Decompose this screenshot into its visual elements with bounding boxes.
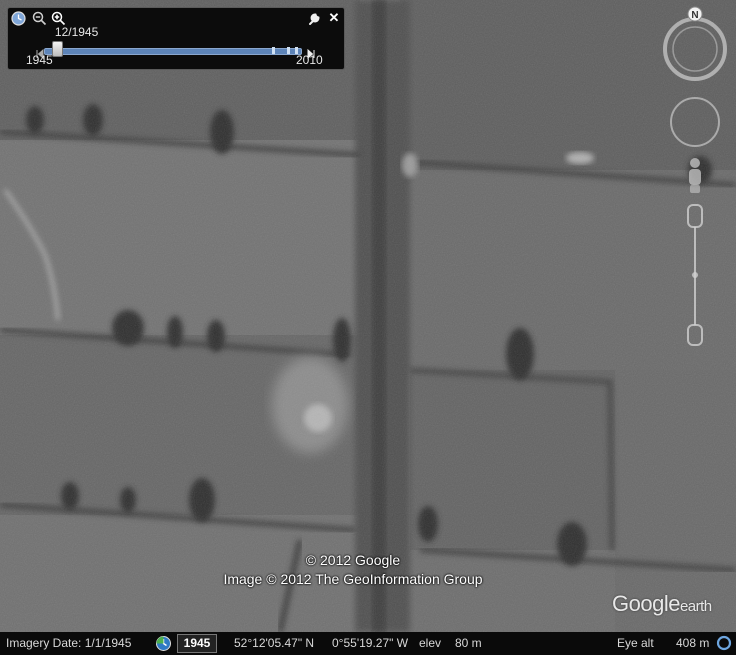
zoom-out-icon[interactable] xyxy=(32,11,47,26)
longitude: 0°55'19.27" W xyxy=(332,636,409,650)
elevation-value: 80 m xyxy=(455,636,482,650)
status-bar: Imagery Date: 1/1/1945 1945 52°12'05.47"… xyxy=(0,632,736,655)
slider-start-year: 1945 xyxy=(26,53,53,67)
historical-imagery-panel: ✕ 12/1945 1945 2010 xyxy=(7,7,345,70)
clock-icon[interactable] xyxy=(11,11,26,26)
time-slider-track[interactable] xyxy=(44,48,302,55)
imagery-date: Imagery Date: 1/1/1945 xyxy=(6,636,132,650)
navigation-controls: N xyxy=(655,5,735,350)
move-joystick[interactable] xyxy=(670,97,720,147)
elevation-label: elev xyxy=(419,636,442,650)
current-date-label: 12/1945 xyxy=(54,25,99,39)
film-grain xyxy=(0,0,736,632)
year-badge[interactable]: 1945 xyxy=(177,634,217,653)
streaming-status-icon xyxy=(716,635,732,651)
time-slider-thumb[interactable] xyxy=(51,41,63,57)
aerial-map[interactable] xyxy=(0,0,736,632)
look-around-ring[interactable] xyxy=(663,17,727,81)
latitude: 52°12'05.47" N xyxy=(234,636,315,650)
close-icon[interactable]: ✕ xyxy=(327,11,341,25)
zoom-in-icon[interactable] xyxy=(51,11,66,26)
google-earth-logo: Googleearth xyxy=(612,591,712,617)
attribution-imagery: Image © 2012 The GeoInformation Group xyxy=(223,571,483,587)
attribution-google: © 2012 Google xyxy=(305,552,401,568)
wrench-icon[interactable] xyxy=(307,11,322,26)
logo-earth: earth xyxy=(679,598,712,615)
slider-tick xyxy=(272,47,275,54)
zoom-slider[interactable] xyxy=(687,204,703,346)
eye-altitude-label: Eye alt xyxy=(617,636,654,650)
north-label: N xyxy=(691,10,698,21)
historical-imagery-icon[interactable] xyxy=(155,635,172,652)
eye-altitude-value: 408 m xyxy=(676,636,710,650)
street-view-pegman-icon[interactable] xyxy=(689,158,701,193)
slider-end-year: 2010 xyxy=(296,53,323,67)
slider-tick xyxy=(287,47,290,54)
logo-google: Google xyxy=(612,591,680,616)
